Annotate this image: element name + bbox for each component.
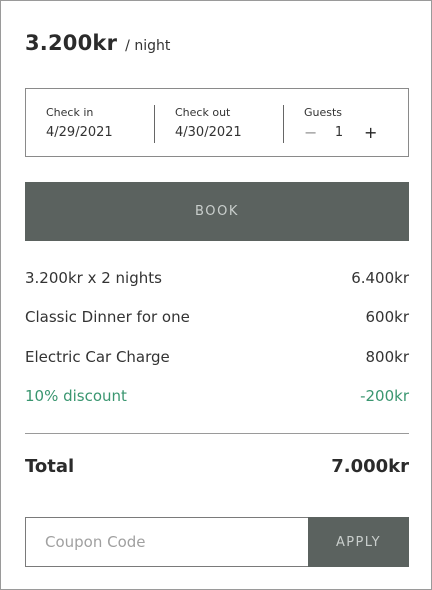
check-out-value[interactable]: 4/30/2021 [175,125,283,140]
line-item: 3.200kr x 2 nights 6.400kr [25,269,409,308]
line-item-label: 3.200kr x 2 nights [25,269,162,287]
check-out-label: Check out [175,106,231,119]
check-in-label: Check in [46,106,94,119]
price-breakdown: 3.200kr x 2 nights 6.400kr Classic Dinne… [25,269,409,426]
discount-line: 10% discount -200kr [25,387,409,426]
line-item: Electric Car Charge 800kr [25,348,409,387]
per-night-label: / night [125,38,171,54]
minus-icon[interactable]: − [304,123,326,142]
guests-field: Guests − 1 + [284,89,408,156]
line-item-label: Classic Dinner for one [25,308,190,327]
discount-amount: -200kr [360,386,409,405]
total-amount: 7.000kr [331,456,409,477]
total-label: Total [25,456,75,477]
book-button[interactable]: BOOK [25,182,409,241]
booking-card: 3.200kr / night Check in 4/29/2021 Check… [0,0,432,590]
line-item-amount: 6.400kr [351,269,409,287]
check-out-field[interactable]: Check out 4/30/2021 [155,89,283,156]
plus-icon[interactable]: + [364,123,377,142]
apply-button[interactable]: APPLY [308,517,409,567]
line-item: Classic Dinner for one 600kr [25,308,409,347]
check-in-value[interactable]: 4/29/2021 [46,125,154,140]
guests-label: Guests [304,106,343,119]
discount-label: 10% discount [25,386,127,405]
line-item-amount: 800kr [365,347,409,366]
line-item-amount: 600kr [365,308,409,327]
total-row: Total 7.000kr [25,456,409,477]
coupon-input[interactable] [25,517,308,567]
price-per-night: 3.200kr / night [25,31,170,55]
guests-count: 1 [334,125,344,140]
total-divider [25,433,409,434]
check-in-field[interactable]: Check in 4/29/2021 [26,89,154,156]
nightly-price: 3.200kr [25,31,118,55]
booking-fields: Check in 4/29/2021 Check out 4/30/2021 G… [25,88,409,157]
coupon-form: APPLY [25,517,409,567]
guests-stepper: − 1 + [304,123,408,142]
line-item-label: Electric Car Charge [25,347,170,366]
